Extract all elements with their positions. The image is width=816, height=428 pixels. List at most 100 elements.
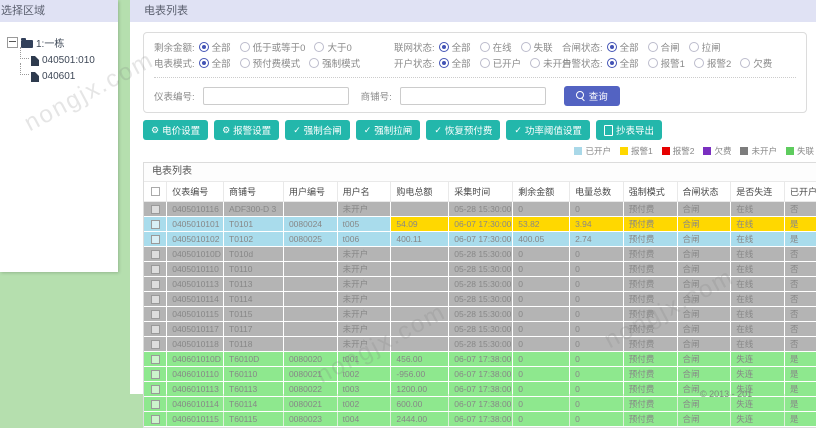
row-checkbox[interactable] [151,264,160,274]
table-row[interactable]: 0405010116 ADF300-D 3 未开户 05-28 15:30:00 0 0 预… [144,201,816,217]
tree-node-label[interactable]: 040601 [42,71,75,82]
tree-expander-icon[interactable] [7,37,18,48]
table-row[interactable]: 0405010118 T0118 未开户 05-28 15:30:00 0 0 预付费 合闸在… [144,336,816,352]
row-checkbox[interactable] [151,339,160,349]
table-row[interactable]: 0405010114 T0114 未开户 05-28 15:30:00 0 0 预付费 合闸在… [144,291,816,307]
radio-icon[interactable] [647,58,658,68]
table-row[interactable]: 0406010115 T60115 0080023 t004 2444.00 06-07 … [144,411,816,427]
toolbar-button[interactable]: ⚙ 报警设置 [214,120,280,140]
radio-icon[interactable] [606,58,617,68]
table-row[interactable]: 0405010113 T0113 未开户 05-28 15:30:00 0 0 预付费 合闸在… [144,276,816,292]
radio-icon[interactable] [740,58,751,68]
table-row[interactable]: 040601010D T6010D 0080020 t001 456.00 06-07 1… [144,351,816,367]
tree-node[interactable]: 040601 [20,63,115,82]
radio-option[interactable]: 预付费模式 [239,56,300,70]
radio-icon[interactable] [693,58,704,68]
row-checkbox[interactable] [151,399,160,409]
radio-option[interactable]: 全部 [438,40,471,54]
row-checkbox[interactable] [151,279,160,289]
toolbar-button[interactable]: ✓ 强制拉闸 [355,120,421,140]
row-checkbox[interactable] [151,294,160,304]
radio-option[interactable]: 全部 [438,56,471,70]
toolbar-button[interactable]: 抄表导出 [595,120,662,140]
row-checkbox[interactable] [151,309,160,319]
row-checkbox[interactable] [151,234,160,244]
select-all-checkbox[interactable] [151,187,160,196]
table-cell: 0405010102 [166,231,225,247]
tree-node-label[interactable]: 040501:010 [42,55,95,66]
table-cell [283,291,338,307]
radio-icon[interactable] [688,42,699,52]
row-checkbox[interactable] [151,384,160,394]
radio-icon[interactable] [520,42,531,52]
radio-option[interactable]: 全部 [606,40,639,54]
table-cell: t002 [337,366,392,382]
table-cell: 在线 [730,261,785,277]
table-cell: T010d [223,246,284,262]
legend-label: 欠费 [714,146,732,156]
radio-option[interactable]: 低于或等于0 [239,40,305,54]
table-row[interactable]: 0405010101 T0101 0080024 t005 54.09 06-07 17:… [144,216,816,232]
radio-option[interactable]: 已开户 [479,56,521,70]
radio-icon[interactable] [438,58,449,68]
radio-option[interactable]: 强制模式 [309,56,360,70]
tree-root-label[interactable]: 1:一栋 [36,35,64,50]
row-checkbox-cell [144,366,168,382]
radio-icon[interactable] [239,42,250,52]
meter-number-input[interactable] [202,87,349,105]
table-row[interactable]: 0405010117 T0117 未开户 05-28 15:30:00 0 0 预付费 合闸在… [144,321,816,337]
row-checkbox[interactable] [151,219,160,229]
radio-option[interactable]: 在线 [479,40,512,54]
row-checkbox[interactable] [151,249,160,259]
table-title: 电表列表 [144,163,816,181]
radio-icon[interactable] [479,42,490,52]
radio-option[interactable]: 拉闸 [688,40,721,54]
table-cell: t003 [337,381,392,397]
table-cell: t005 [337,216,392,232]
table-row[interactable]: 0405010115 T0115 未开户 05-28 15:30:00 0 0 预付费 合闸在… [144,306,816,322]
table-row[interactable]: 0405010110 T0110 未开户 05-28 15:30:00 0 0 预付费 合闸在… [144,261,816,277]
radio-icon[interactable] [239,58,250,68]
radio-option[interactable]: 欠费 [740,56,772,70]
toolbar-button[interactable]: ✓ 强制合闸 [285,120,350,140]
radio-icon[interactable] [314,42,325,52]
shop-number-input[interactable] [399,87,546,105]
table-row[interactable]: 040501010D T010d 未开户 05-28 15:30:00 0 0 预付费 合闸在… [144,246,816,262]
radio-option[interactable]: 大于0 [314,40,352,54]
table-cell: 0 [569,246,624,262]
divider [154,77,796,78]
toolbar-button[interactable]: ✓ 功率阈值设置 [506,120,590,140]
table-row[interactable]: 0406010110 T60110 0080021 t002 -956.00 06-07 … [144,366,816,382]
toolbar-button[interactable]: ⚙ 电价设置 [143,120,209,140]
table-cell: 0 [512,411,571,427]
radio-option[interactable]: 全部 [198,56,231,70]
radio-icon[interactable] [647,42,658,52]
radio-label: 欠费 [753,59,773,70]
row-checkbox[interactable] [151,354,160,364]
query-button[interactable]: 查询 [563,86,620,106]
radio-icon[interactable] [606,42,617,52]
radio-option[interactable]: 全部 [606,56,639,70]
radio-icon[interactable] [479,58,490,68]
row-checkbox[interactable] [151,369,160,379]
row-checkbox[interactable] [151,414,160,424]
radio-icon[interactable] [438,42,449,52]
radio-option[interactable]: 报警1 [647,56,685,70]
table-cell: 05-28 15:30:00 [448,306,514,322]
table-cell: 0405010117 [166,321,225,337]
table-row[interactable]: 0405010102 T0102 0080025 t006 400.11 06-07 17… [144,231,816,247]
row-checkbox[interactable] [151,204,160,214]
radio-icon[interactable] [309,58,320,68]
radio-icon[interactable] [198,42,209,52]
radio-option[interactable]: 合闸 [647,40,680,54]
radio-option[interactable]: 全部 [198,40,231,54]
tree-node[interactable]: 040501:010 [20,47,115,66]
radio-icon[interactable] [198,58,209,68]
table-cell: 400.05 [512,231,571,247]
radio-icon[interactable] [530,58,541,68]
radio-option[interactable]: 报警2 [693,56,731,70]
radio-option[interactable]: 失联 [520,40,553,54]
table-cell: 合闸 [677,366,732,382]
row-checkbox[interactable] [151,324,160,334]
toolbar-button[interactable]: ✓ 恢复预付费 [426,120,501,140]
